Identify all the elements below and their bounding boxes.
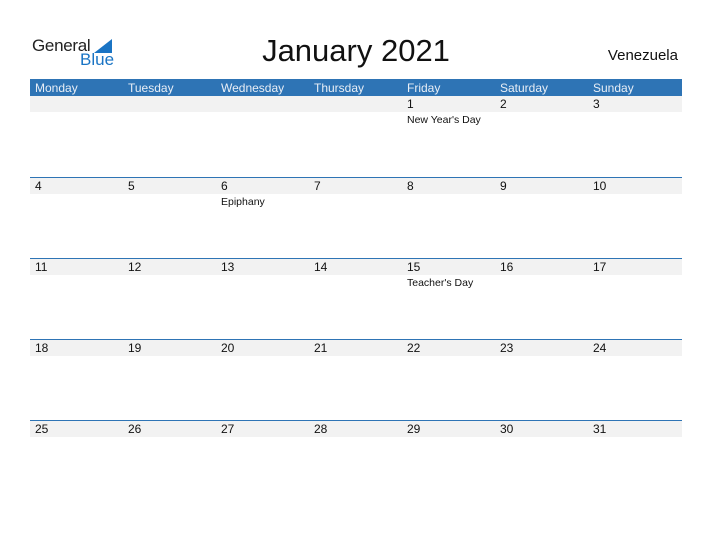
weekday-friday: Friday: [407, 81, 441, 95]
day-number: 25: [35, 422, 49, 436]
day-number: 3: [593, 97, 600, 111]
weekday-thursday: Thursday: [314, 81, 365, 95]
day-number: 31: [593, 422, 607, 436]
weekday-header: Monday Tuesday Wednesday Thursday Friday Satu…: [30, 79, 682, 96]
day-number: 20: [221, 341, 235, 355]
day-number: 16: [500, 260, 514, 274]
day-number: 26: [128, 422, 142, 436]
week-row: 4 5 6 Epiphany 7 8 9 10: [30, 177, 682, 259]
day-number: 27: [221, 422, 235, 436]
holiday-label: New Year's Day: [407, 114, 481, 126]
day-number: 8: [407, 179, 414, 193]
day-number: 6: [221, 179, 228, 193]
day-number: 2: [500, 97, 507, 111]
weekday-wednesday: Wednesday: [221, 81, 285, 95]
day-number: 13: [221, 260, 235, 274]
day-number: 4: [35, 179, 42, 193]
day-number: 14: [314, 260, 328, 274]
week-row: 11 12 13 14 15 Teacher's Day 16 17: [30, 258, 682, 340]
weekday-monday: Monday: [35, 81, 78, 95]
week-row: 18 19 20 21 22 23 24: [30, 339, 682, 421]
day-number: 23: [500, 341, 514, 355]
day-number: 15: [407, 260, 421, 274]
day-number: 29: [407, 422, 421, 436]
country-label: Venezuela: [607, 47, 678, 64]
weekday-sunday: Sunday: [593, 81, 634, 95]
day-number: 17: [593, 260, 607, 274]
day-number: 9: [500, 179, 507, 193]
day-number: 10: [593, 179, 607, 193]
weekday-saturday: Saturday: [500, 81, 549, 95]
holiday-label: Epiphany: [221, 196, 265, 208]
day-number: 7: [314, 179, 321, 193]
day-number: 1: [407, 97, 414, 111]
calendar-title: January 2021: [262, 33, 450, 68]
day-number: 24: [593, 341, 607, 355]
day-number: 12: [128, 260, 142, 274]
week-row: 25 26 27 28 29 30 31: [30, 420, 682, 502]
holiday-label: Teacher's Day: [407, 277, 474, 289]
day-number: 28: [314, 422, 328, 436]
day-number: 22: [407, 341, 421, 355]
week-row: 1 New Year's Day 2 3: [30, 96, 682, 177]
date-strip: [30, 96, 682, 112]
day-number: 5: [128, 179, 135, 193]
day-number: 18: [35, 341, 49, 355]
day-number: 21: [314, 341, 328, 355]
weekday-tuesday: Tuesday: [128, 81, 174, 95]
day-number: 11: [35, 260, 48, 274]
day-number: 30: [500, 422, 514, 436]
day-number: 19: [128, 341, 142, 355]
